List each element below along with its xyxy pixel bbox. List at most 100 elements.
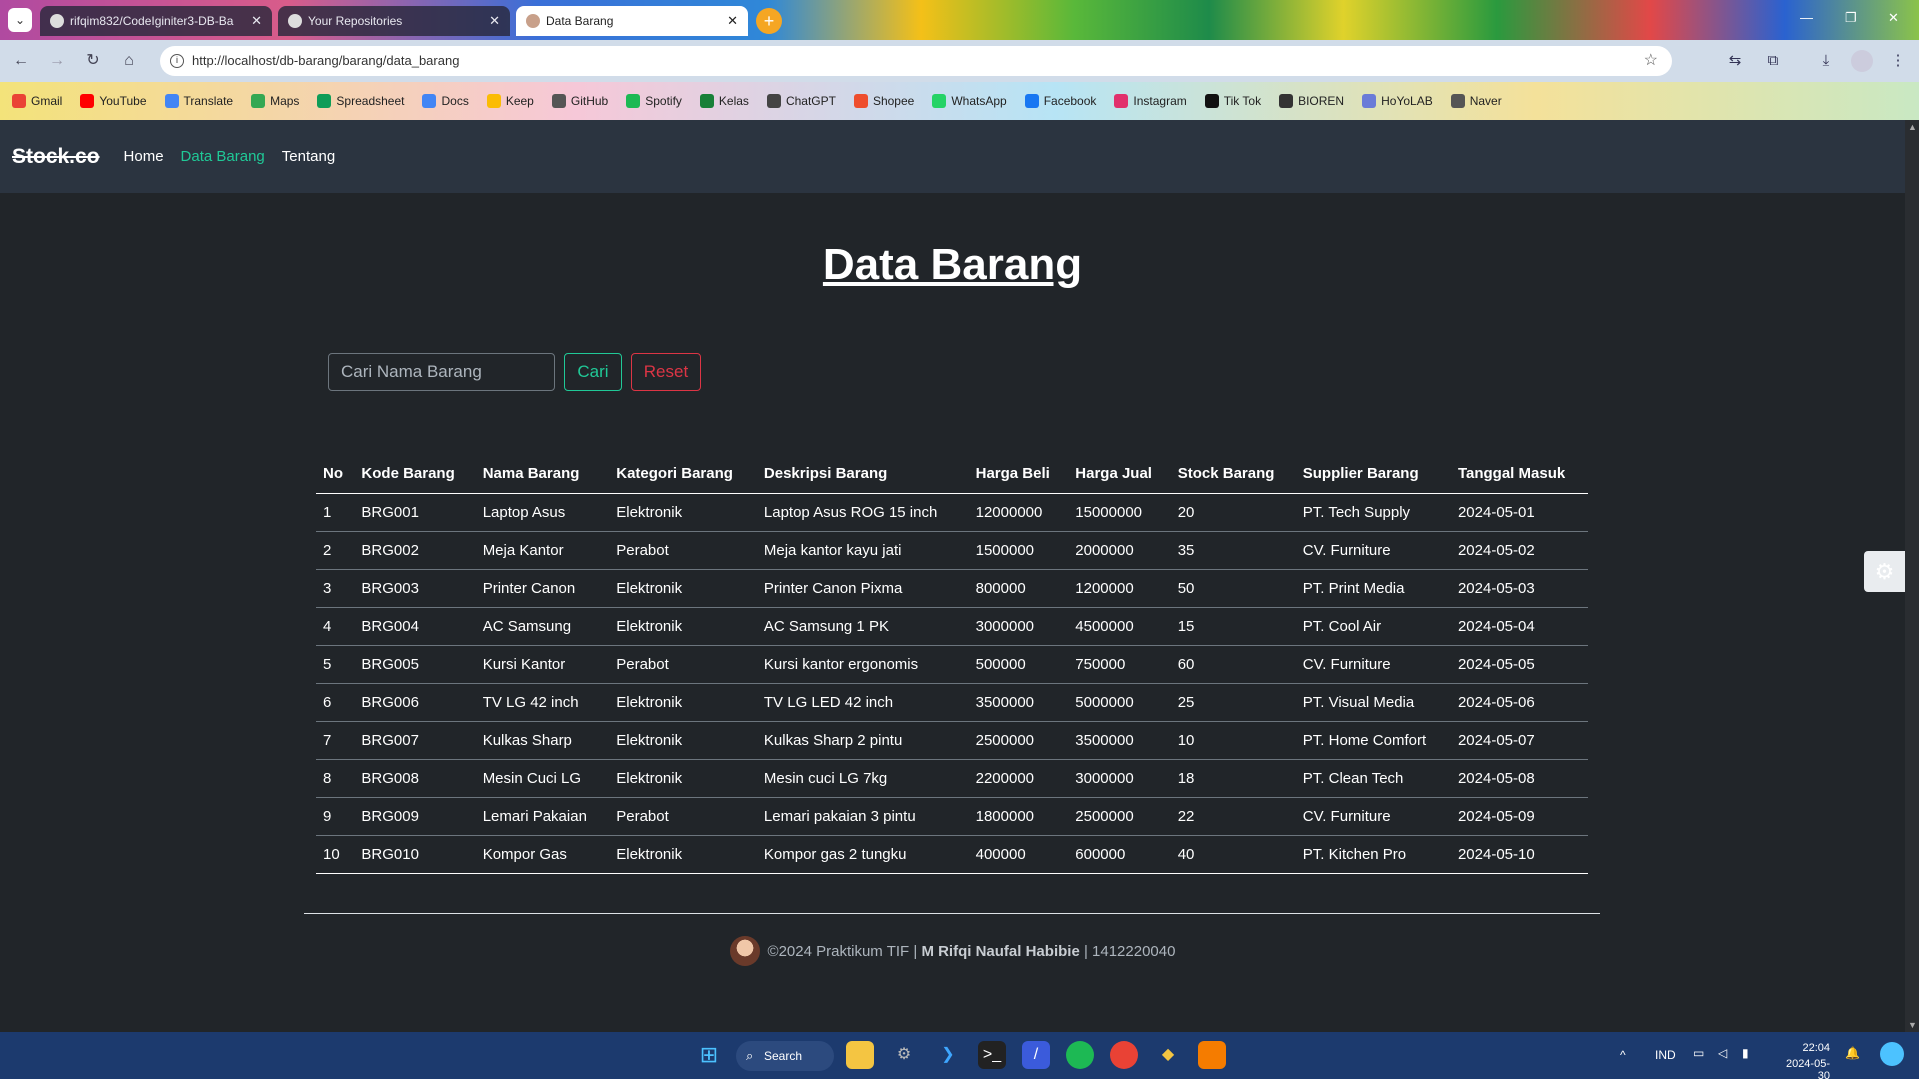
bookmark-item[interactable]: Gmail — [12, 94, 62, 108]
bookmark-item[interactable]: Naver — [1450, 94, 1502, 108]
bookmark-item[interactable]: Facebook — [1024, 94, 1096, 108]
bookmark-item[interactable]: Translate — [164, 94, 234, 108]
tab-github-repo[interactable]: rifqim832/CodeIginiter3-DB-Ba ✕ — [40, 6, 272, 36]
chrome-icon[interactable] — [1110, 1041, 1138, 1069]
bookmark-item[interactable]: BIOREN — [1279, 94, 1344, 108]
column-header: Stock Barang — [1170, 455, 1296, 494]
minimize-icon[interactable]: — — [1800, 10, 1813, 25]
table-cell: 10 — [316, 835, 355, 874]
table-cell: Elektronik — [609, 607, 757, 646]
translate-icon[interactable]: ⇆ — [1724, 50, 1746, 72]
file-explorer-icon[interactable] — [846, 1041, 874, 1069]
table-cell: 12000000 — [968, 493, 1069, 532]
restore-icon[interactable]: ❐ — [1845, 10, 1857, 26]
table-cell: 400000 — [968, 835, 1069, 874]
extensions-icon[interactable]: ⧉ — [1762, 50, 1784, 72]
download-icon[interactable]: ⤓ — [1815, 50, 1837, 72]
table-cell: 5 — [316, 645, 355, 684]
clock-date[interactable]: 2024-05-30 — [1774, 1058, 1830, 1079]
table-cell: PT. Home Comfort — [1295, 721, 1451, 760]
search-button[interactable]: Cari — [564, 353, 622, 391]
scroll-up-icon[interactable]: ▲ — [1908, 122, 1917, 132]
bookmark-item[interactable]: Instagram — [1114, 94, 1187, 108]
app-icon[interactable]: / — [1022, 1041, 1050, 1069]
bookmark-star-icon[interactable]: ☆ — [1644, 46, 1658, 76]
notification-icon[interactable]: 🔔 — [1845, 1046, 1860, 1060]
table-cell: Kursi kantor ergonomis — [756, 645, 969, 684]
xampp-icon[interactable] — [1198, 1041, 1226, 1069]
close-icon[interactable]: ✕ — [489, 6, 500, 36]
vscode-icon[interactable]: ❯ — [934, 1041, 962, 1069]
tab-data-barang[interactable]: Data Barang ✕ — [516, 6, 748, 36]
table-cell: 10 — [1170, 721, 1296, 760]
bookmark-item[interactable]: WhatsApp — [932, 94, 1007, 108]
reset-button[interactable]: Reset — [631, 353, 701, 391]
table-cell: 1500000 — [968, 531, 1069, 570]
footer-prefix: ©2024 Praktikum TIF | — [767, 942, 918, 960]
tab-title: Data Barang — [546, 14, 614, 28]
tray-chevron-icon[interactable]: ^ — [1620, 1048, 1626, 1062]
site-info-icon[interactable]: i — [170, 54, 184, 68]
column-header: Supplier Barang — [1295, 455, 1451, 494]
bookmark-item[interactable]: ChatGPT — [766, 94, 836, 108]
nav-data-barang[interactable]: Data Barang — [181, 148, 265, 165]
bookmark-item[interactable]: Kelas — [699, 94, 749, 108]
settings-icon[interactable]: ⚙ — [890, 1041, 918, 1069]
bookmark-item[interactable]: Tik Tok — [1204, 94, 1262, 108]
tab-your-repositories[interactable]: Your Repositories ✕ — [278, 6, 510, 36]
bookmark-item[interactable]: GitHub — [551, 94, 608, 108]
brand-logo[interactable]: Stock.co — [12, 145, 100, 169]
taskbar-search[interactable]: ⌕ Search — [736, 1041, 834, 1071]
table-body: 1 BRG001 Laptop Asus Elektronik Laptop Asus … — [316, 493, 1588, 874]
bookmark-item[interactable]: Docs — [422, 94, 469, 108]
bookmark-label: Tik Tok — [1223, 94, 1262, 108]
search-input[interactable] — [328, 353, 555, 391]
windows-start-icon[interactable]: ⊞ — [695, 1041, 723, 1069]
table-cell: 50 — [1170, 569, 1296, 608]
bookmark-item[interactable]: HoYoLAB — [1362, 94, 1433, 108]
bookmark-label: Spotify — [645, 94, 682, 108]
menu-icon[interactable]: ⋮ — [1887, 50, 1909, 72]
table-cell: PT. Clean Tech — [1295, 759, 1451, 798]
bookmark-item[interactable]: Maps — [251, 94, 299, 108]
close-icon[interactable]: ✕ — [251, 6, 262, 36]
close-window-icon[interactable]: ✕ — [1888, 10, 1899, 26]
table-cell: 15 — [1170, 607, 1296, 646]
copilot-icon[interactable] — [1880, 1042, 1904, 1066]
settings-gear-icon[interactable]: ⚙ — [1864, 551, 1905, 592]
language-indicator[interactable]: IND — [1655, 1048, 1676, 1062]
spotify-icon[interactable] — [1066, 1041, 1094, 1069]
profile-avatar[interactable] — [1851, 50, 1873, 72]
bookmark-favicon-icon — [80, 94, 95, 108]
table-cell: 2024-05-07 — [1450, 721, 1588, 760]
bookmark-item[interactable]: Spreadsheet — [317, 94, 404, 108]
tab-search-button[interactable]: ⌄ — [8, 8, 32, 32]
forward-icon[interactable]: → — [46, 50, 68, 72]
scroll-down-icon[interactable]: ▼ — [1908, 1020, 1917, 1030]
terminal-icon[interactable]: >_ — [978, 1041, 1006, 1069]
clock-time[interactable]: 22:04 — [1774, 1042, 1830, 1054]
bookmark-label: Keep — [505, 94, 534, 108]
git-icon[interactable]: ◆ — [1154, 1041, 1182, 1069]
reload-icon[interactable]: ↻ — [82, 50, 104, 72]
table-cell: Elektronik — [609, 721, 757, 760]
bookmark-label: Translate — [183, 94, 234, 108]
close-icon[interactable]: ✕ — [727, 6, 738, 36]
nav-tentang[interactable]: Tentang — [282, 148, 335, 165]
page-scrollbar[interactable]: ▲ ▼ — [1905, 120, 1919, 1032]
bookmark-item[interactable]: Shopee — [853, 94, 914, 108]
network-icon[interactable]: ▭ — [1693, 1046, 1704, 1060]
bookmark-item[interactable]: Keep — [486, 94, 534, 108]
bookmark-item[interactable]: Spotify — [626, 94, 682, 108]
home-icon[interactable]: ⌂ — [118, 50, 140, 72]
table-cell: Printer Canon Pixma — [756, 569, 969, 608]
address-bar[interactable]: i http://localhost/db-barang/barang/data… — [160, 46, 1672, 76]
table-cell: 2500000 — [1068, 797, 1171, 836]
bookmark-item[interactable]: YouTube — [80, 94, 147, 108]
volume-icon[interactable]: ◁ — [1718, 1046, 1727, 1060]
new-tab-button[interactable]: + — [756, 8, 782, 34]
nav-home[interactable]: Home — [124, 148, 164, 165]
battery-icon[interactable]: ▮ — [1742, 1046, 1749, 1060]
back-icon[interactable]: ← — [10, 50, 32, 72]
bookmark-favicon-icon — [551, 94, 566, 108]
